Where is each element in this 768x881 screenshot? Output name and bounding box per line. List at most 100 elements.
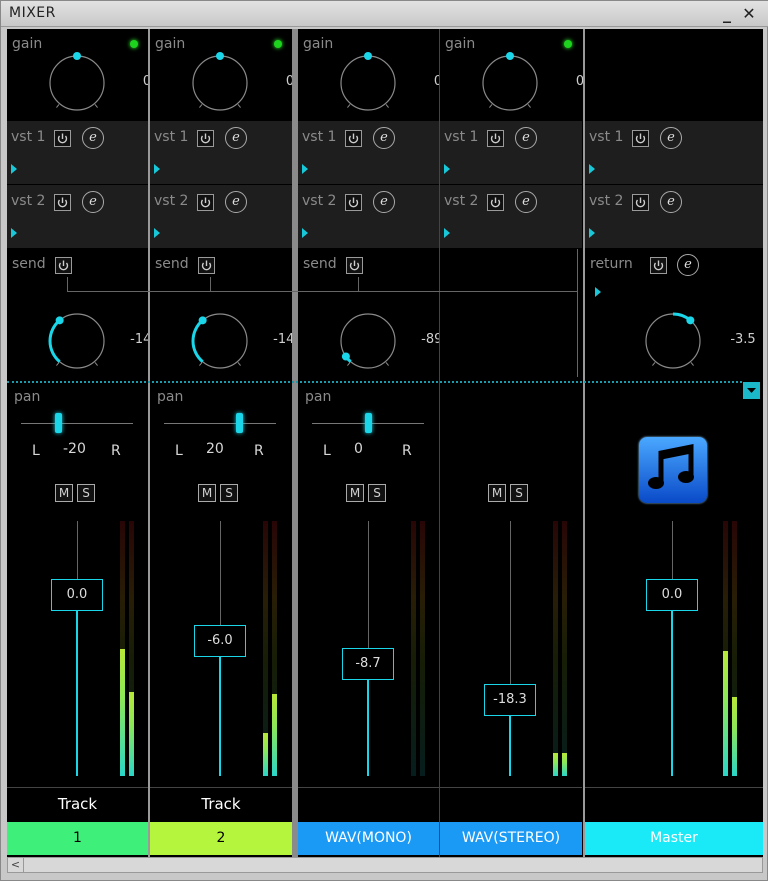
ch1-vst2-slot-power-icon[interactable] (54, 194, 71, 211)
ch3-vst2-slot-power-icon[interactable] (345, 194, 362, 211)
ch4-meter-1 (553, 521, 558, 776)
strip-separator-4 (439, 29, 440, 857)
ch4-vst2-slot-power-icon[interactable] (487, 194, 504, 211)
ch5-number[interactable]: Master (585, 822, 763, 855)
ch2-vst2-slot-edit-icon[interactable]: e (225, 191, 247, 213)
ch3-send-knob[interactable]: -89.8 (333, 306, 455, 376)
ch4-number[interactable]: WAV(STEREO) (440, 822, 582, 855)
ch2-vst2-slot[interactable]: vst 2 e (150, 185, 292, 248)
ch1-fader-handle[interactable]: 0.0 (51, 578, 103, 611)
ch4-gain-knob[interactable]: 0 (475, 48, 584, 118)
ch3-vst2-slot-edit-icon[interactable]: e (373, 191, 395, 213)
ch2-send-power-icon[interactable] (198, 257, 215, 274)
ch3-vst2-slot-expand-icon[interactable] (302, 228, 308, 238)
ch5-fader-handle[interactable]: 0.0 (646, 578, 698, 611)
ch1-meter-1 (120, 521, 125, 776)
ch3-vst2-slot[interactable]: vst 2 e (298, 185, 439, 248)
ch2-pan-thumb[interactable] (236, 413, 243, 433)
ch1-pan-slider[interactable] (21, 409, 133, 439)
ch1-vst1-slot[interactable]: vst 1 e (7, 121, 148, 184)
ch3-vst1-slot-label: vst 1 (302, 129, 337, 145)
channel-strip-2: gain 0 vst 1 e vst 2 e send -14.5 pan L 20 R M S -6.… (150, 29, 307, 857)
ch2-vst2-slot-power-icon[interactable] (197, 194, 214, 211)
ch2-pan-track (164, 423, 276, 424)
ch5-vst1-slot-expand-icon[interactable] (589, 164, 595, 174)
ch4-vst1-slot[interactable]: vst 1 e (440, 121, 582, 184)
ch4-vst2-slot-edit-icon[interactable]: e (515, 191, 537, 213)
ch4-fader-handle[interactable]: -18.3 (484, 683, 536, 716)
ch1-pan-thumb[interactable] (55, 413, 62, 433)
ch4-mute-button[interactable]: M (488, 484, 506, 502)
scroll-left-button[interactable]: < (8, 858, 24, 872)
ch4-vst2-slot[interactable]: vst 2 e (440, 185, 582, 248)
ch1-vst2-slot-expand-icon[interactable] (11, 228, 17, 238)
channel-strip-3: gain 0 vst 1 e vst 2 e send -89.8 pan L 0 R M S -8.7… (298, 29, 455, 857)
ch1-vst2-slot[interactable]: vst 2 e (7, 185, 148, 248)
ch1-meter-2 (129, 521, 134, 776)
horizontal-scrollbar[interactable]: < (7, 857, 763, 873)
close-button[interactable]: ✕ (739, 4, 759, 24)
ch2-fader-handle[interactable]: -6.0 (194, 624, 246, 657)
ch5-return-knob[interactable]: -3.5 (638, 306, 756, 376)
channel-strip-1: gain 0 vst 1 e vst 2 e send -14.5 pan L -20 R M S 0.… (7, 29, 164, 857)
ch3-fader-handle[interactable]: -8.7 (342, 647, 394, 680)
ch1-send-knob[interactable]: -14.5 (42, 306, 164, 376)
ch2-solo-button[interactable]: S (220, 484, 238, 502)
ch3-pan-slider[interactable] (312, 409, 424, 439)
ch1-vst1-slot-expand-icon[interactable] (11, 164, 17, 174)
ch5-vst2-slot-power-icon[interactable] (632, 194, 649, 211)
ch1-vst1-slot-edit-icon[interactable]: e (82, 127, 104, 149)
ch1-mute-button[interactable]: M (55, 484, 73, 502)
title-bar[interactable]: MIXER _ ✕ (1, 1, 768, 27)
ch1-gain-knob[interactable]: 0 (42, 48, 151, 118)
ch2-pan-slider[interactable] (164, 409, 276, 439)
collapse-button[interactable] (743, 382, 760, 399)
ch1-solo-button[interactable]: S (77, 484, 95, 502)
ch2-send-knob[interactable]: -14.5 (185, 306, 307, 376)
ch2-vst1-slot-edit-icon[interactable]: e (225, 127, 247, 149)
ch3-number[interactable]: WAV(MONO) (298, 822, 439, 855)
ch3-vst1-slot-power-icon[interactable] (345, 130, 362, 147)
ch1-number[interactable]: 1 (7, 822, 148, 855)
ch4-vst1-slot-expand-icon[interactable] (444, 164, 450, 174)
ch1-send-power-icon[interactable] (55, 257, 72, 274)
ch2-vst2-slot-expand-icon[interactable] (154, 228, 160, 238)
ch5-vst1-slot-edit-icon[interactable]: e (660, 127, 682, 149)
ch5-vst2-slot[interactable]: vst 2 e (585, 185, 763, 248)
minimize-button[interactable]: _ (717, 4, 737, 24)
ch2-number[interactable]: 2 (150, 822, 292, 855)
ch4-vst1-slot-label: vst 1 (444, 129, 479, 145)
ch2-gain-knob[interactable]: 0 (185, 48, 294, 118)
ch5-vst2-slot-expand-icon[interactable] (589, 228, 595, 238)
ch4-vst1-slot-edit-icon[interactable]: e (515, 127, 537, 149)
ch3-gain-knob[interactable]: 0 (333, 48, 442, 118)
ch4-vst1-slot-power-icon[interactable] (487, 130, 504, 147)
ch2-vst1-slot[interactable]: vst 1 e (150, 121, 292, 184)
ch5-return-edit-icon[interactable]: e (677, 254, 699, 276)
ch2-vst1-slot-expand-icon[interactable] (154, 164, 160, 174)
ch3-vst1-slot-edit-icon[interactable]: e (373, 127, 395, 149)
ch3-solo-button[interactable]: S (368, 484, 386, 502)
ch2-mute-button[interactable]: M (198, 484, 216, 502)
ch3-meter-1 (411, 521, 416, 776)
ch5-return-power-icon[interactable] (650, 257, 667, 274)
ch2-vst1-slot-power-icon[interactable] (197, 130, 214, 147)
send-bus-drop-2 (210, 277, 211, 291)
ch3-mute-button[interactable]: M (346, 484, 364, 502)
ch1-vst2-slot-edit-icon[interactable]: e (82, 191, 104, 213)
ch4-vst2-slot-expand-icon[interactable] (444, 228, 450, 238)
ch5-vst1-slot-power-icon[interactable] (632, 130, 649, 147)
ch2-name: Track (150, 787, 292, 822)
ch1-vst1-slot-power-icon[interactable] (54, 130, 71, 147)
ch3-send-power-icon[interactable] (346, 257, 363, 274)
ch3-vst1-slot-expand-icon[interactable] (302, 164, 308, 174)
strip-separator-thick-2 (583, 29, 585, 857)
ch5-vst1-slot[interactable]: vst 1 e (585, 121, 763, 184)
ch5-return-expand-icon[interactable] (595, 287, 601, 297)
ch5-vst2-slot-edit-icon[interactable]: e (660, 191, 682, 213)
ch4-solo-button[interactable]: S (510, 484, 528, 502)
ch3-pan-thumb[interactable] (365, 413, 372, 433)
ch3-vst1-slot[interactable]: vst 1 e (298, 121, 439, 184)
ch2-pan-value: 20 (206, 441, 224, 457)
ch4-meter-fill (562, 753, 567, 776)
